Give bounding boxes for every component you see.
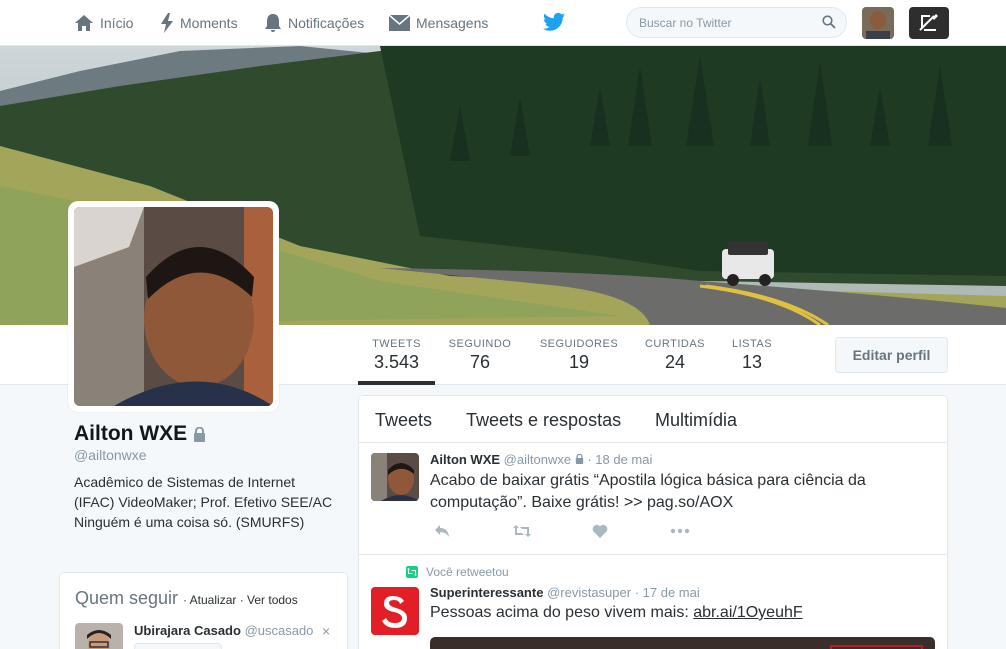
nav-messages[interactable]: Mensagens: [389, 0, 488, 46]
tweet-date[interactable]: · 18 de mai: [587, 452, 652, 467]
tweet-link[interactable]: abr.ai/1OyeuhF: [693, 604, 802, 621]
stat-tweets[interactable]: TWEETS 3.543: [358, 325, 435, 385]
lock-icon: [194, 426, 206, 442]
stat-label: LISTAS: [731, 338, 773, 350]
home-icon: [75, 15, 93, 31]
tweet-header: Ailton WXE @ailtonwxe · 18 de mai: [430, 452, 652, 467]
tweet-header: Superinteressante @revistasuper · 17 de …: [430, 585, 700, 600]
tweet-author-handle[interactable]: @revistasuper: [547, 585, 631, 600]
lock-icon: [575, 453, 583, 464]
retweet-context-text: Você retweetou: [426, 565, 509, 579]
search-box: [626, 7, 847, 38]
retweet-icon[interactable]: [512, 524, 532, 543]
profile-handle[interactable]: @ailtonwxe: [74, 447, 147, 463]
reply-icon[interactable]: [434, 524, 450, 543]
like-icon[interactable]: [592, 524, 608, 543]
stat-label: TWEETS: [372, 338, 421, 350]
search-input[interactable]: [627, 8, 817, 37]
suggested-user-name: Ubirajara Casado: [134, 623, 241, 638]
tweet[interactable]: Ailton WXE @ailtonwxe · 18 de mai Acabo …: [359, 443, 947, 555]
twitter-bird-icon[interactable]: [543, 12, 565, 37]
stat-label: SEGUIDORES: [539, 338, 619, 350]
tweet-media[interactable]: [430, 637, 935, 649]
tweet-author-handle[interactable]: @ailtonwxe: [504, 452, 571, 467]
view-all-link[interactable]: Ver todos: [247, 593, 298, 607]
tweet-text-body: Pessoas acima do peso vivem mais:: [430, 604, 689, 621]
search-icon[interactable]: [822, 15, 836, 29]
who-to-follow-panel: Quem seguir · Atualizar · Ver todos Ubir…: [59, 572, 348, 649]
tweet[interactable]: Você retweetou Superinteressante @revist…: [359, 555, 947, 649]
bell-icon: [265, 14, 281, 32]
nav-notifications[interactable]: Notificações: [264, 0, 364, 46]
timeline-tabs: Tweets Tweets e respostas Multimídia: [359, 396, 947, 443]
dismiss-suggestion-icon[interactable]: ×: [322, 623, 330, 639]
nav-home-label: Início: [100, 15, 134, 31]
nav-notifications-label: Notificações: [288, 15, 365, 31]
timeline: Tweets Tweets e respostas Multimídia Ail…: [358, 395, 948, 649]
edit-profile-button[interactable]: Editar perfil: [835, 337, 948, 373]
tweet-avatar[interactable]: [371, 453, 419, 501]
retweeted-icon: [406, 566, 418, 578]
stat-likes[interactable]: CURTIDAS 24: [641, 325, 709, 385]
profile-name[interactable]: Ailton WXE: [74, 422, 206, 446]
suggested-user-handle: @uscasado: [244, 623, 314, 638]
compose-icon: [919, 14, 938, 31]
follow-button[interactable]: [134, 643, 222, 649]
tweet-author-name[interactable]: Ailton WXE: [430, 452, 500, 467]
nav-home[interactable]: Início: [74, 0, 133, 46]
compose-tweet-button[interactable]: [909, 7, 949, 39]
tweet-text: Acabo de baixar grátis “Apostila lógica …: [430, 472, 866, 511]
tab-tweets[interactable]: Tweets: [375, 410, 432, 431]
stat-label: CURTIDAS: [644, 338, 706, 350]
stat-value: 13: [741, 352, 763, 372]
nav-avatar[interactable]: [862, 7, 894, 39]
who-to-follow-title: Quem seguir: [75, 588, 179, 608]
tweet-text: Pessoas acima do peso vivem mais: abr.ai…: [430, 602, 930, 624]
tweet-author-name[interactable]: Superinteressante: [430, 585, 543, 600]
stat-lists[interactable]: LISTAS 13: [727, 325, 777, 385]
nav-messages-label: Mensagens: [416, 15, 489, 31]
tab-media[interactable]: Multimídia: [655, 410, 737, 431]
suggested-user-avatar[interactable]: [75, 623, 123, 649]
tweet-actions: [430, 524, 730, 544]
more-icon[interactable]: [670, 524, 690, 543]
envelope-icon: [389, 15, 410, 31]
profile-name-text: Ailton WXE: [74, 422, 188, 445]
nav-moments[interactable]: Moments: [160, 0, 238, 46]
tweet-avatar[interactable]: [371, 587, 419, 635]
nav-moments-label: Moments: [180, 15, 238, 31]
stat-value: 19: [568, 352, 590, 372]
tweet-date[interactable]: · 17 de mai: [635, 585, 700, 600]
stat-value: 76: [469, 352, 491, 372]
profile-avatar[interactable]: [68, 201, 279, 412]
top-nav: Início Moments Notificações Mensagens: [0, 0, 1006, 46]
media-frame: [830, 645, 923, 649]
stat-value: 3.543: [373, 352, 420, 372]
stat-label: SEGUINDO: [448, 338, 512, 350]
profile-bio: Acadêmico de Sistemas de Internet (IFAC)…: [74, 474, 333, 530]
stat-following[interactable]: SEGUINDO 76: [445, 325, 515, 385]
suggested-user[interactable]: Ubirajara Casado @uscasado: [134, 623, 313, 638]
lightning-icon: [161, 13, 173, 33]
retweet-context: Você retweetou: [406, 565, 509, 579]
tab-tweets-replies[interactable]: Tweets e respostas: [466, 410, 621, 431]
stat-value: 24: [664, 352, 686, 372]
stat-followers[interactable]: SEGUIDORES 19: [535, 325, 623, 385]
refresh-link[interactable]: Atualizar: [190, 593, 237, 607]
who-to-follow-links: · Atualizar · Ver todos: [183, 593, 298, 607]
